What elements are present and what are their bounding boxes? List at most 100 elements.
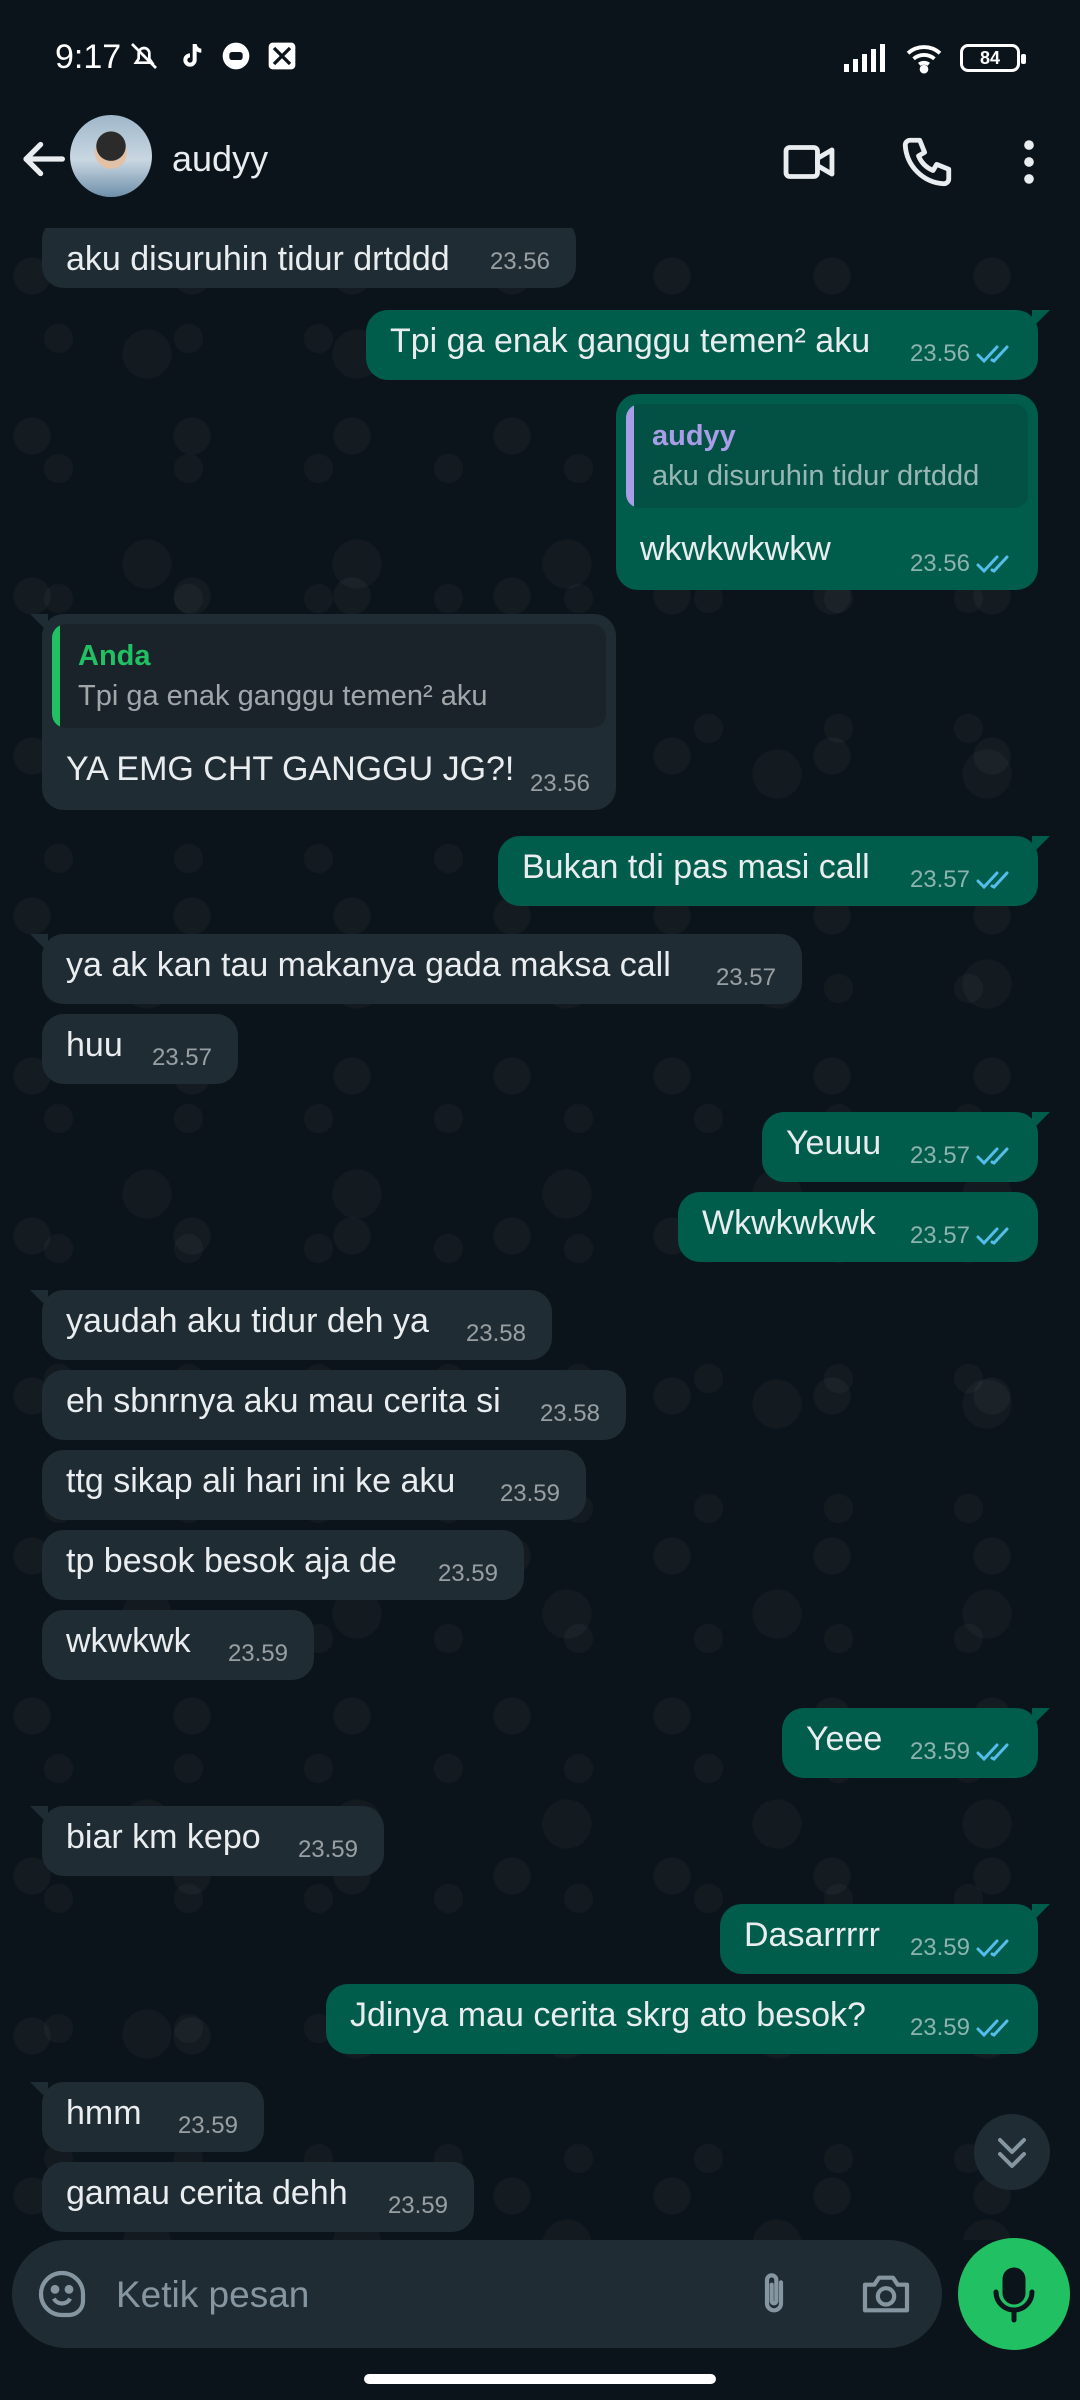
message-time: 23.59 (297, 1836, 358, 1863)
message-text: huu (66, 1026, 123, 1064)
message-outgoing[interactable]: Jdinya mau cerita skrg ato besok? 23.59 (326, 1984, 1038, 2054)
quoted-message[interactable]: Anda Tpi ga enak ganggu temen² aku (52, 624, 606, 728)
back-arrow-icon (23, 141, 65, 177)
notification-icons (128, 40, 298, 72)
message-outgoing[interactable]: Yeuuu 23.57 (762, 1112, 1050, 1182)
message-incoming[interactable]: yaudah aku tidur deh ya 23.58 (30, 1290, 552, 1360)
message-time: 23.59 (227, 1640, 288, 1667)
message-incoming[interactable]: aku disuruhin tidur drtddd 23.56 (42, 228, 576, 288)
message-incoming[interactable]: hmm 23.59 (30, 2082, 264, 2152)
message-outgoing[interactable]: Yeee 23.59 (782, 1708, 1050, 1778)
double-check-icon (976, 1227, 1009, 1246)
video-call-button[interactable] (780, 133, 838, 191)
message-time: 23.56 (909, 550, 970, 577)
message-incoming[interactable]: eh sbnrnya aku mau cerita si 23.58 (42, 1370, 626, 1440)
message-incoming[interactable]: ttg sikap ali hari ini ke aku 23.59 (42, 1450, 586, 1520)
voice-call-button[interactable] (898, 133, 956, 191)
message-time: 23.59 (177, 2112, 238, 2139)
message-time: 23.59 (909, 1934, 970, 1961)
message-time: 23.59 (909, 1738, 970, 1765)
message-input[interactable] (116, 2264, 716, 2326)
signal-icon (844, 44, 885, 72)
wifi-icon (906, 45, 942, 74)
mic-icon (993, 2267, 1035, 2323)
message-time: 23.56 (529, 770, 590, 797)
message-text: Dasarrrrr (744, 1916, 880, 1954)
app-notification-icon-2 (266, 40, 298, 72)
message-text: Yeuuu (786, 1124, 882, 1162)
message-incoming[interactable]: wkwkwk 23.59 (42, 1610, 314, 1680)
message-outgoing[interactable]: Wkwkwkwk 23.57 (678, 1192, 1038, 1262)
message-text: yaudah aku tidur deh ya (66, 1302, 429, 1340)
tiktok-icon (174, 40, 206, 72)
message-text: ttg sikap ali hari ini ke aku (66, 1462, 456, 1500)
message-time: 23.57 (715, 964, 776, 991)
contact-name[interactable]: audyy (172, 138, 268, 180)
attach-icon (764, 2273, 784, 2313)
status-bar: 9:17 84 (0, 0, 1080, 118)
message-text: Yeee (806, 1720, 883, 1758)
message-outgoing[interactable]: Tpi ga enak ganggu temen² aku 23.56 (366, 310, 1050, 380)
message-outgoing-reply[interactable]: audyy aku disuruhin tidur drtddd wkwkwkw… (616, 394, 1038, 590)
quote-author: Anda (78, 640, 151, 672)
message-text: wkwkwk (66, 1622, 191, 1660)
quote-author: audyy (652, 420, 736, 452)
message-time: 23.58 (465, 1320, 526, 1347)
double-check-icon (976, 1743, 1009, 1762)
message-text: aku disuruhin tidur drtddd (66, 240, 450, 278)
message-outgoing[interactable]: Bukan tdi pas masi call 23.57 (498, 836, 1050, 906)
message-time: 23.58 (539, 1400, 600, 1427)
emoji-icon (38, 2270, 86, 2318)
chevron-double-down-icon (998, 2138, 1026, 2168)
message-time: 23.56 (489, 248, 550, 275)
video-call-icon (783, 145, 835, 179)
message-time: 23.59 (499, 1480, 560, 1507)
message-text: biar km kepo (66, 1818, 261, 1856)
voice-message-button[interactable] (958, 2238, 1070, 2350)
message-incoming-reply[interactable]: Anda Tpi ga enak ganggu temen² aku YA EM… (30, 614, 616, 810)
scroll-to-bottom-button[interactable] (974, 2114, 1050, 2190)
message-incoming[interactable]: tp besok besok aja de 23.59 (42, 1530, 524, 1600)
camera-button[interactable] (858, 2266, 914, 2322)
message-text: Jdinya mau cerita skrg ato besok? (350, 1996, 866, 2034)
message-incoming[interactable]: ya ak kan tau makanya gada maksa call 23… (30, 934, 802, 1004)
message-text: Tpi ga enak ganggu temen² aku (390, 322, 871, 360)
message-text: wkwkwkwkw (640, 530, 831, 568)
message-time: 23.59 (909, 2014, 970, 2041)
message-time: 23.59 (387, 2192, 448, 2219)
back-button[interactable] (14, 130, 72, 188)
message-time: 23.57 (909, 1142, 970, 1169)
message-time: 23.57 (909, 866, 970, 893)
battery-indicator: 84 (960, 44, 1026, 72)
message-text: YA EMG CHT GANGGU JG?! (66, 750, 515, 788)
quote-text: aku disuruhin tidur drtddd (652, 460, 980, 492)
message-time: 23.56 (909, 340, 970, 367)
double-check-icon (976, 2019, 1009, 2038)
double-check-icon (976, 871, 1009, 890)
avatar[interactable] (70, 115, 152, 197)
message-text: ya ak kan tau makanya gada maksa call (66, 946, 671, 984)
camera-icon (862, 2275, 910, 2313)
chat-area[interactable]: aku disuruhin tidur drtddd 23.56 Tpi ga … (0, 228, 1080, 2240)
home-indicator[interactable] (364, 2374, 716, 2384)
quote-text: Tpi ga enak ganggu temen² aku (78, 680, 488, 712)
more-options-button[interactable] (1000, 133, 1058, 191)
double-check-icon (976, 1147, 1009, 1166)
message-incoming[interactable]: biar km kepo 23.59 (30, 1806, 384, 1876)
message-outgoing[interactable]: Dasarrrrr 23.59 (720, 1904, 1050, 1974)
quote-bar (52, 624, 60, 728)
status-time: 9:17 (55, 38, 122, 76)
message-text: gamau cerita dehh (66, 2174, 348, 2212)
system-status-icons: 84 (844, 42, 1026, 74)
message-time: 23.57 (909, 1222, 970, 1249)
message-time: 23.59 (437, 1560, 498, 1587)
message-incoming[interactable]: huu 23.57 (42, 1014, 238, 1084)
message-text: eh sbnrnya aku mau cerita si (66, 1382, 501, 1420)
emoji-button[interactable] (34, 2266, 90, 2322)
message-incoming[interactable]: gamau cerita dehh 23.59 (42, 2162, 474, 2232)
quoted-message[interactable]: audyy aku disuruhin tidur drtddd (626, 404, 1028, 508)
message-text: hmm (66, 2094, 142, 2132)
attach-button[interactable] (746, 2266, 802, 2322)
message-text: Wkwkwkwk (702, 1204, 876, 1242)
double-check-icon (976, 1939, 1009, 1958)
